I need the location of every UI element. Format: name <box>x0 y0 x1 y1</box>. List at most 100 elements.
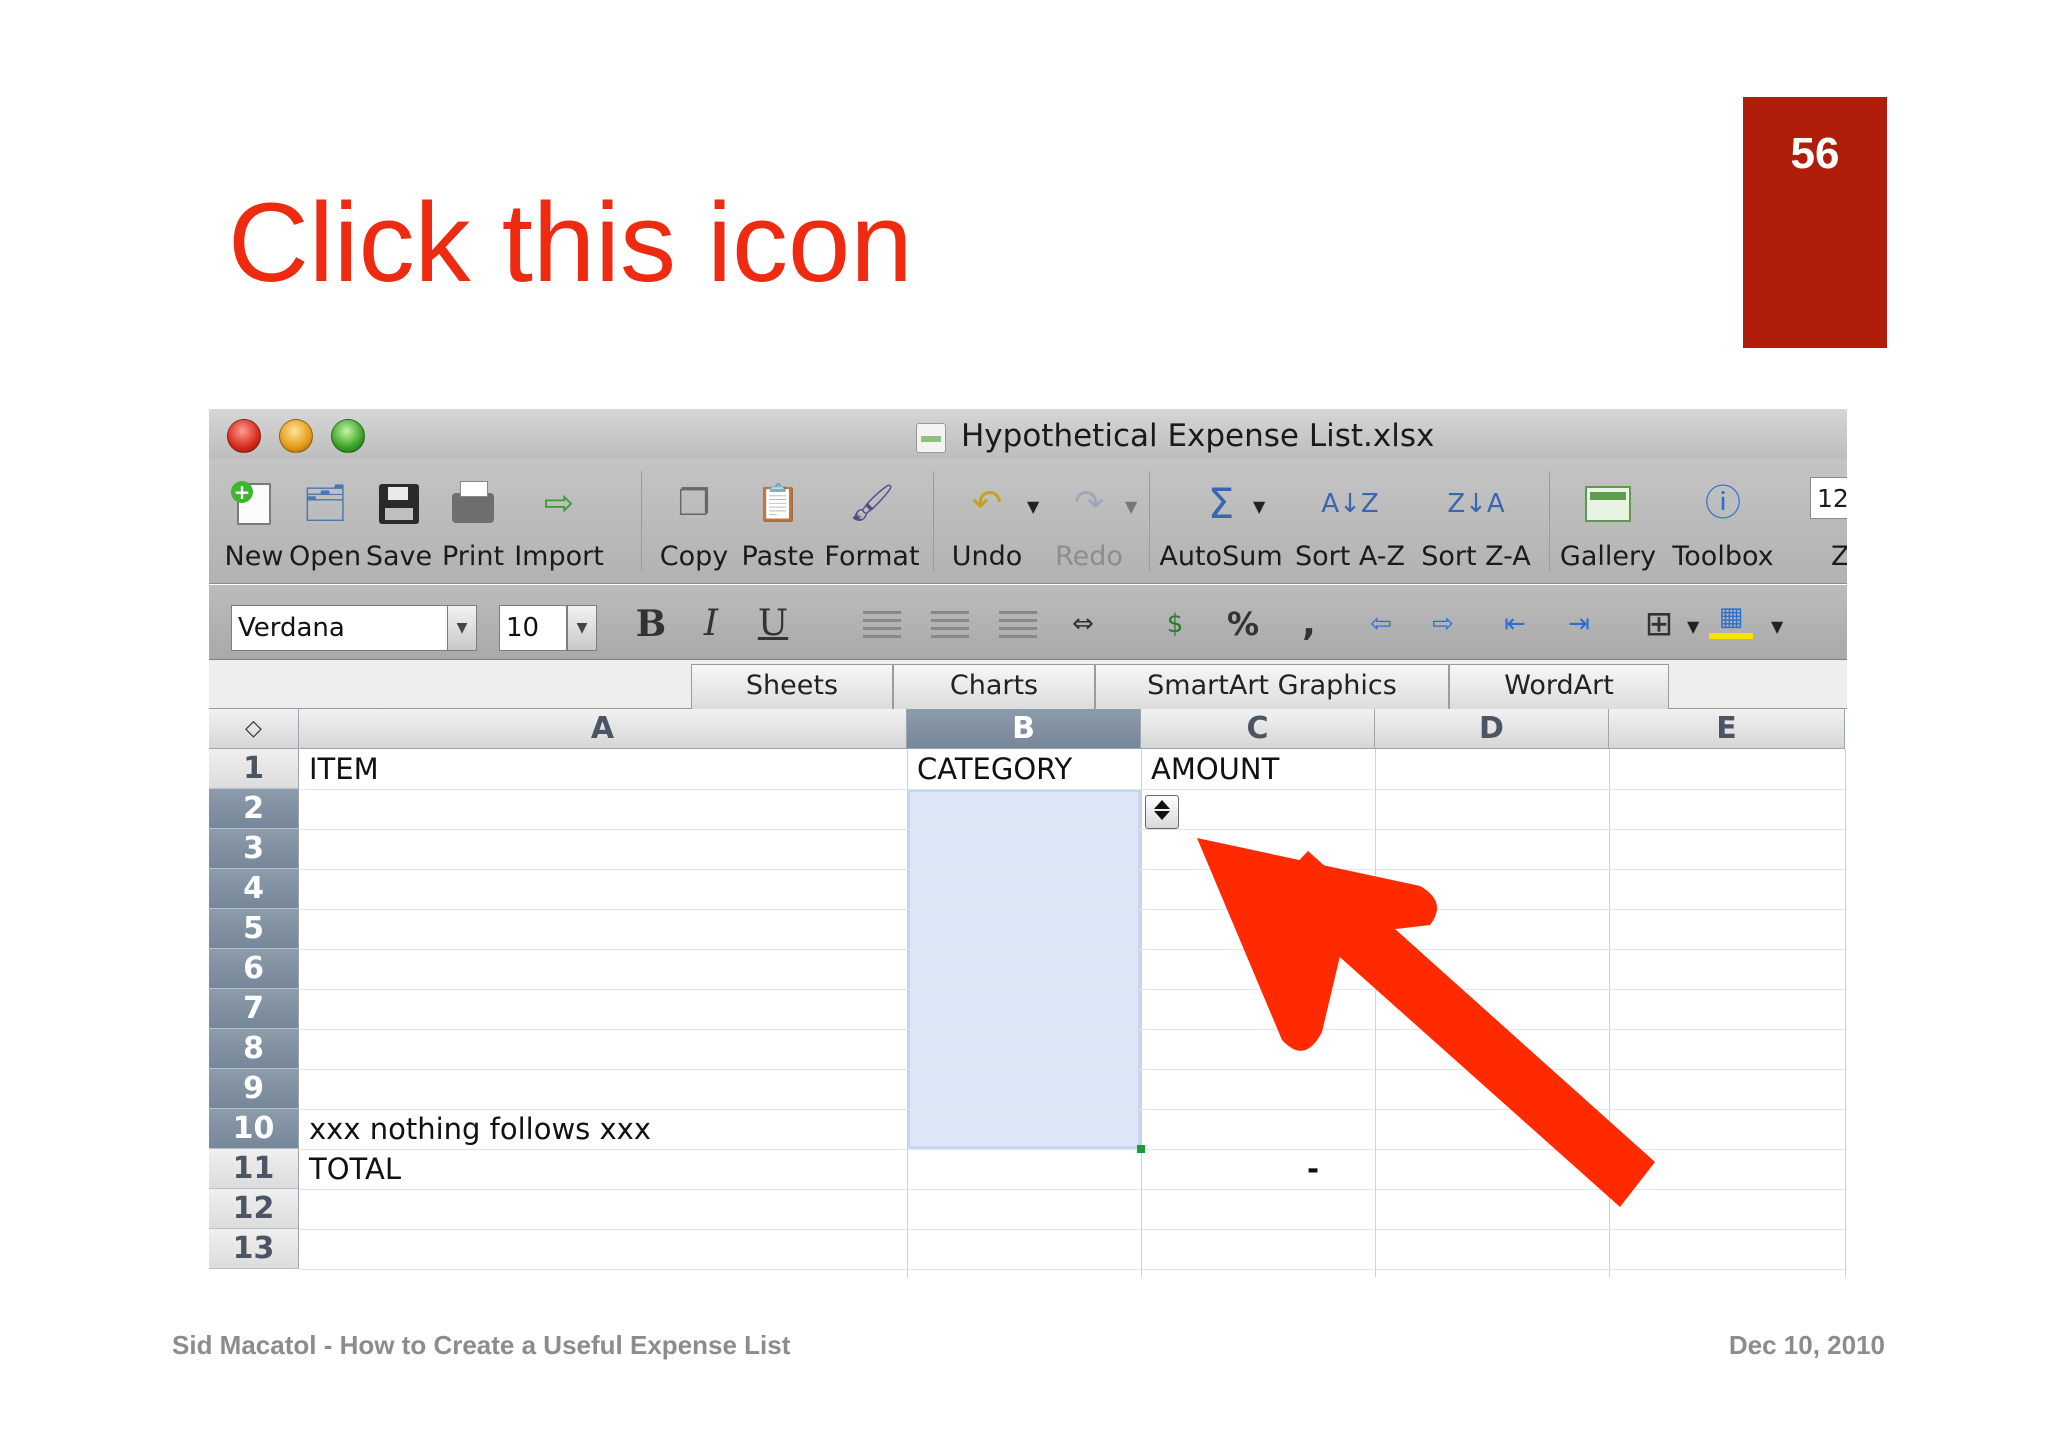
footer-date: Dec 10, 2010 <box>1728 1330 1885 1360</box>
redo-button[interactable]: ↷ Redo <box>1047 459 1131 584</box>
cell-a1[interactable]: ITEM <box>301 749 379 789</box>
row-gridline <box>299 1069 1847 1070</box>
paste-button[interactable]: 📋 Paste <box>737 459 819 584</box>
fill-handle[interactable] <box>1137 1145 1145 1153</box>
tab-charts[interactable]: Charts <box>893 664 1095 709</box>
close-window-button[interactable] <box>227 419 261 453</box>
row-header-8[interactable]: 8 <box>209 1029 299 1069</box>
percent-button[interactable]: % <box>1219 599 1267 649</box>
row-header-7[interactable]: 7 <box>209 989 299 1029</box>
print-button[interactable]: Print <box>437 459 509 584</box>
column-header-e[interactable]: E <box>1609 709 1845 749</box>
font-name-field[interactable]: Verdana <box>231 605 449 651</box>
sort-ascending-icon: A↓Z <box>1321 489 1379 519</box>
column-header-b[interactable]: B <box>907 709 1141 749</box>
column-header-c[interactable]: C <box>1141 709 1375 749</box>
toolbar-separator <box>1549 471 1550 571</box>
increase-decimal-icon[interactable]: ⇦ <box>1357 599 1405 649</box>
decrease-decimal-icon[interactable]: ⇨ <box>1419 599 1467 649</box>
redo-dropdown-caret[interactable]: ▼ <box>1125 497 1137 516</box>
footer-author-title: Sid Macatol - How to Create a Useful Exp… <box>172 1330 791 1360</box>
decrease-indent-icon[interactable]: ⇤ <box>1491 599 1539 649</box>
row-header-1[interactable]: 1 <box>209 749 299 789</box>
zoom-window-button[interactable] <box>331 419 365 453</box>
column-header-d[interactable]: D <box>1375 709 1609 749</box>
cell-c1[interactable]: AMOUNT <box>1143 749 1279 789</box>
sort-a-z-button[interactable]: A↓Z Sort A-Z <box>1291 459 1409 584</box>
italic-button[interactable]: I <box>687 599 735 649</box>
column-header-a[interactable]: A <box>299 709 907 749</box>
toolbox-button[interactable]: ⓘ Toolbox <box>1665 459 1781 584</box>
title-bar[interactable]: Hypothetical Expense List.xlsx <box>209 409 1847 459</box>
cell-c11[interactable]: - <box>1299 1149 1319 1189</box>
formatting-toolbar: Verdana ▼ 10 ▼ B I U ⇔ $ % , ⇦ ⇨ ⇤ ⇥ ⊞ ▼… <box>209 585 1847 660</box>
selected-range-b2-b10[interactable] <box>907 789 1141 1149</box>
currency-icon[interactable]: $ <box>1151 599 1199 649</box>
bold-button[interactable]: B <box>627 599 675 649</box>
tab-wordart[interactable]: WordArt <box>1449 664 1669 709</box>
row-header-6[interactable]: 6 <box>209 949 299 989</box>
sigma-icon: Σ <box>1207 479 1235 528</box>
row-header-11[interactable]: 11 <box>209 1149 299 1189</box>
data-validation-list-button[interactable] <box>1145 795 1179 829</box>
zoom-input[interactable]: 12 <box>1810 477 1847 519</box>
align-left-button[interactable] <box>863 611 901 639</box>
undo-dropdown-caret[interactable]: ▼ <box>1027 497 1039 516</box>
save-button[interactable]: Save <box>363 459 435 584</box>
row-header-3[interactable]: 3 <box>209 829 299 869</box>
fill-color-icon[interactable]: ▦ <box>1709 599 1753 639</box>
row-header-13[interactable]: 13 <box>209 1229 299 1269</box>
borders-dropdown-caret[interactable]: ▼ <box>1687 617 1699 636</box>
row-header-2[interactable]: 2 <box>209 789 299 829</box>
row-gridline <box>299 1229 1847 1230</box>
row-gridline <box>299 869 1847 870</box>
row-header-12[interactable]: 12 <box>209 1189 299 1229</box>
tab-smartart-graphics[interactable]: SmartArt Graphics <box>1095 664 1449 709</box>
font-name-dropdown[interactable]: ▼ <box>447 605 477 651</box>
page-number-badge: 56 <box>1743 97 1887 348</box>
underline-button[interactable]: U <box>749 599 797 649</box>
cell-b1[interactable]: CATEGORY <box>909 749 1072 789</box>
open-button[interactable]: 🗂 Open <box>289 459 361 584</box>
align-right-button[interactable] <box>999 611 1037 639</box>
spreadsheet-grid[interactable]: ◇ A B C D E 1 2 3 4 5 6 7 8 9 10 11 12 1… <box>209 709 1847 1277</box>
merge-center-icon[interactable]: ⇔ <box>1059 599 1107 649</box>
import-icon: ⇨ <box>543 483 575 524</box>
new-document-icon: + <box>231 481 277 527</box>
row-gridline <box>299 1269 1847 1270</box>
row-gridline <box>299 1149 1847 1150</box>
row-header-4[interactable]: 4 <box>209 869 299 909</box>
fill-color-dropdown-caret[interactable]: ▼ <box>1771 617 1783 636</box>
autosum-button[interactable]: Σ AutoSum <box>1159 459 1283 584</box>
redo-icon: ↷ <box>1073 483 1105 524</box>
comma-style-button[interactable]: , <box>1285 599 1333 649</box>
minimize-window-button[interactable] <box>279 419 313 453</box>
row-header-9[interactable]: 9 <box>209 1069 299 1109</box>
row-gridline <box>299 949 1847 950</box>
font-size-dropdown[interactable]: ▼ <box>567 605 597 651</box>
toolbar-separator <box>933 471 934 571</box>
gallery-icon <box>1585 481 1631 527</box>
row-header-10[interactable]: 10 <box>209 1109 299 1149</box>
copy-button[interactable]: ❐ Copy <box>655 459 733 584</box>
cell-a11[interactable]: TOTAL <box>301 1149 401 1189</box>
font-size-field[interactable]: 10 <box>499 605 567 651</box>
row-header-5[interactable]: 5 <box>209 909 299 949</box>
row-gridline <box>299 989 1847 990</box>
select-all-corner[interactable]: ◇ <box>209 709 299 749</box>
align-center-button[interactable] <box>931 611 969 639</box>
increase-indent-icon[interactable]: ⇥ <box>1555 599 1603 649</box>
format-painter-button[interactable]: 🖌 Format <box>823 459 921 584</box>
undo-button[interactable]: ↶ Undo <box>945 459 1029 584</box>
window-title: Hypothetical Expense List.xlsx <box>961 418 1435 454</box>
undo-icon: ↶ <box>971 483 1003 524</box>
row-gridline <box>299 909 1847 910</box>
gallery-button[interactable]: Gallery <box>1559 459 1657 584</box>
cell-a10[interactable]: xxx nothing follows xxx <box>301 1109 651 1149</box>
sort-z-a-button[interactable]: Z↓A Sort Z-A <box>1417 459 1535 584</box>
borders-icon[interactable]: ⊞ <box>1635 599 1683 649</box>
new-button[interactable]: + New <box>221 459 287 584</box>
tab-sheets[interactable]: Sheets <box>691 664 893 709</box>
autosum-dropdown-caret[interactable]: ▼ <box>1253 497 1265 516</box>
import-button[interactable]: ⇨ Import <box>511 459 607 584</box>
